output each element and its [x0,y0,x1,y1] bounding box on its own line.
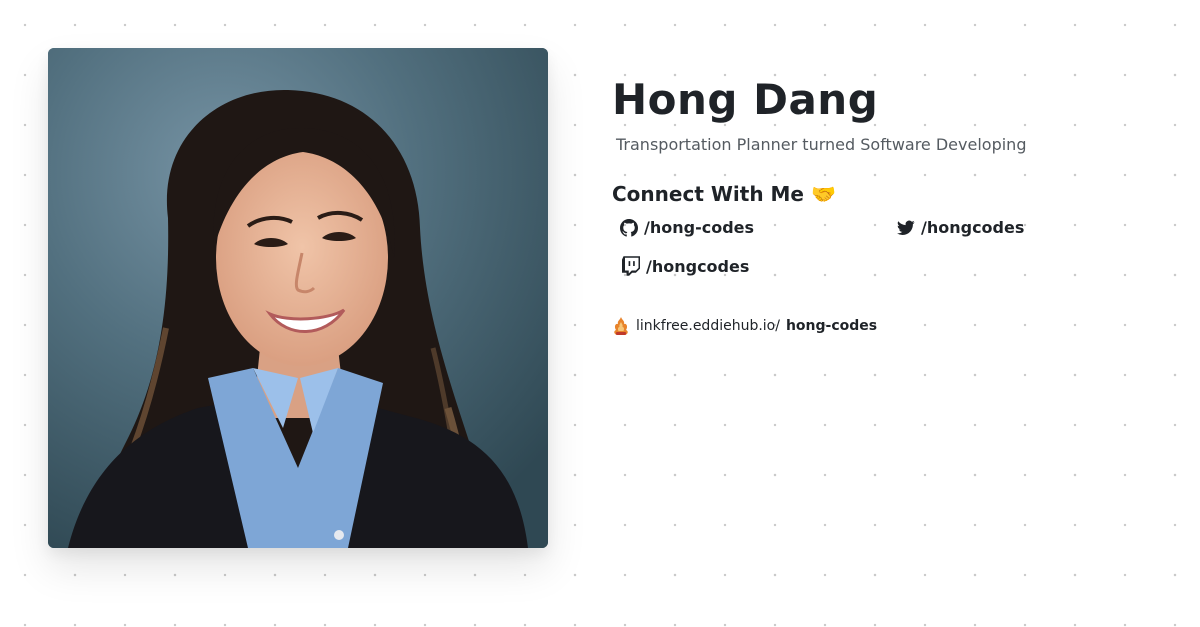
profile-info: Hong Dang Transportation Planner turned … [612,70,1172,336]
github-icon [620,218,638,237]
linkfree-logo-icon [614,317,628,335]
linkfree-link[interactable]: linkfree.eddiehub.io/ hong-codes [612,316,1172,336]
profile-tagline: Transportation Planner turned Software D… [616,135,1027,154]
linkfree-host: linkfree.eddiehub.io/ [636,318,780,334]
twitch-icon [622,256,640,276]
linkfree-user: hong-codes [785,318,878,334]
twitch-link-label: /hongcodes [646,256,750,276]
profile-photo-illustration [48,48,548,548]
social-links: /hong-codes /hongcodes /hongcodes [612,218,1172,298]
github-link[interactable]: /hong-codes [620,218,754,237]
twitter-link[interactable]: /hongcodes [897,218,1024,237]
twitter-link-label: /hongcodes [921,218,1025,237]
connect-heading: Connect With Me 🤝 [612,182,836,206]
twitch-link[interactable]: /hongcodes [622,256,749,276]
twitter-icon [897,220,915,235]
github-link-label: /hong-codes [644,218,755,237]
profile-name: Hong Dang [612,75,879,124]
profile-photo [48,48,548,548]
